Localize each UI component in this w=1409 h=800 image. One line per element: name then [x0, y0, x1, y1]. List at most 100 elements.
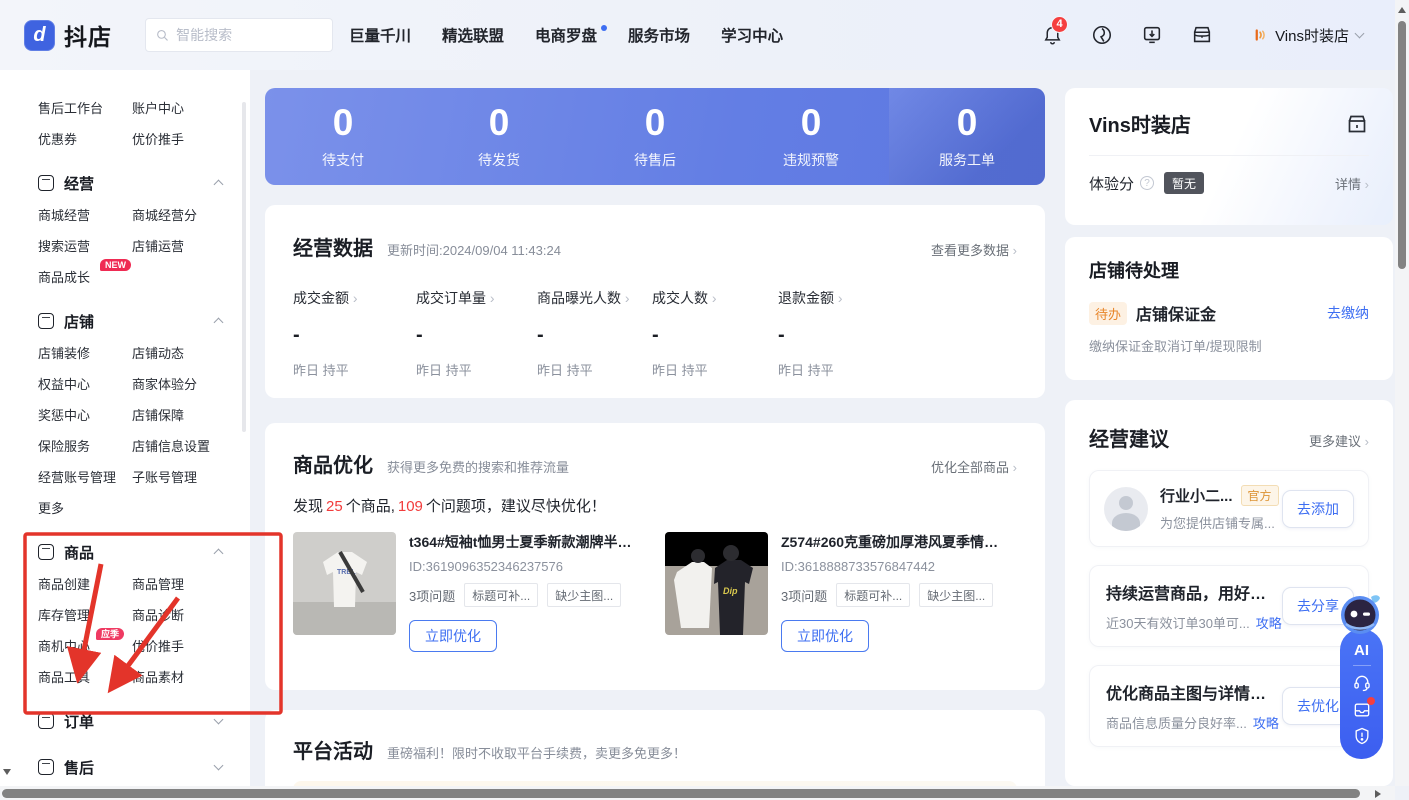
- chevron-up-icon: [214, 549, 224, 559]
- download-center-icon[interactable]: [1140, 23, 1164, 47]
- score-badge: 暂无: [1164, 172, 1204, 194]
- product-image-1[interactable]: TRBL: [293, 532, 396, 635]
- sidebar-item-merchant-score[interactable]: 商家体验分: [132, 368, 250, 399]
- sidebar-item-price-promoter[interactable]: 优价推手: [132, 123, 250, 154]
- pay-deposit-link[interactable]: 去缴纳: [1327, 303, 1369, 323]
- metric-buyers[interactable]: 成交人数 › - 昨日 持平: [652, 288, 778, 379]
- sidebar-scrollbar[interactable]: [242, 102, 246, 432]
- search-icon: [156, 28, 169, 43]
- divider: [1089, 155, 1369, 156]
- sidebar-item-inventory-manage[interactable]: 库存管理: [38, 599, 132, 630]
- app-logo[interactable]: d 抖店: [24, 18, 112, 52]
- metric-order-count[interactable]: 成交订单量 › - 昨日 持平: [416, 288, 537, 379]
- sidebar-group-operations[interactable]: 经营: [0, 167, 250, 199]
- sidebar-item-mall-operation[interactable]: 商城经营: [38, 199, 132, 230]
- sidebar-item-shop-decorate[interactable]: 店铺装修: [38, 337, 132, 368]
- storefront-outline-icon[interactable]: [1345, 112, 1369, 136]
- sidebar-item-opportunity-center[interactable]: 商机中心 应季: [38, 630, 132, 661]
- storefront-icon[interactable]: [1190, 23, 1214, 47]
- security-shield-icon[interactable]: [1352, 726, 1372, 746]
- suggestion-contact-card: 行业小二... 官方 为您提供店铺专属... 去添加: [1089, 470, 1369, 547]
- sidebar-item-product-tools[interactable]: 商品工具: [38, 661, 132, 692]
- optimize-now-button[interactable]: 立即优化: [781, 620, 869, 652]
- sidebar-item-coupons[interactable]: 优惠券: [38, 123, 132, 154]
- sidebar-item-shop-info[interactable]: 店铺信息设置: [132, 430, 250, 461]
- product-image-2[interactable]: Dip: [665, 532, 768, 635]
- sidebar-item-account-center[interactable]: 账户中心: [132, 92, 250, 123]
- platform-activity-title: 平台活动: [293, 735, 373, 764]
- sidebar-item-subaccount-manage[interactable]: 子账号管理: [132, 461, 250, 492]
- strategy-link[interactable]: 攻略: [1256, 613, 1282, 632]
- stat-violation-warning[interactable]: 0 违规预警: [733, 88, 889, 185]
- nav-jingxuan-lianmeng[interactable]: 精选联盟: [442, 24, 504, 46]
- customer-service-icon[interactable]: [1352, 673, 1372, 693]
- sidebar-group-products[interactable]: 商品: [0, 536, 250, 568]
- sidebar-item-product-material[interactable]: 商品素材: [132, 661, 250, 692]
- nav-qianchuan[interactable]: 巨量千川: [349, 24, 411, 46]
- sidebar-item-product-create[interactable]: 商品创建: [38, 568, 132, 599]
- nav-learning-center[interactable]: 学习中心: [721, 24, 783, 46]
- ai-button[interactable]: AI: [1354, 642, 1369, 659]
- season-badge: 应季: [96, 628, 124, 640]
- view-more-data-link[interactable]: 查看更多数据 ›: [931, 240, 1017, 259]
- issue-tag: 缺少主图...: [919, 583, 993, 607]
- search-input[interactable]: [176, 27, 322, 43]
- ai-assistant-mascot[interactable]: [1338, 591, 1384, 637]
- aftersale-icon: [38, 759, 54, 775]
- more-suggestions-link[interactable]: 更多建议 ›: [1309, 431, 1369, 450]
- notification-bell-icon[interactable]: 4: [1040, 23, 1064, 47]
- sidebar-item-product-diagnose[interactable]: 商品诊断: [132, 599, 250, 630]
- stat-pending-shipment[interactable]: 0 待发货: [421, 88, 577, 185]
- message-inbox-icon[interactable]: [1352, 700, 1372, 720]
- scroll-right-arrow[interactable]: [1375, 790, 1381, 798]
- scroll-up-arrow[interactable]: [1398, 7, 1406, 13]
- product-card-1: TRBL t364#短袖t恤男士夏季新款潮牌半袖... ID:361909635…: [293, 532, 645, 652]
- sidebar-item-search-operation[interactable]: 搜索运营: [38, 230, 132, 261]
- nav-service-market[interactable]: 服务市场: [628, 24, 690, 46]
- strategy-link[interactable]: 攻略: [1253, 713, 1279, 732]
- score-detail-link[interactable]: 详情 ›: [1335, 174, 1369, 193]
- sidebar-item-mall-score[interactable]: 商城经营分: [132, 199, 250, 230]
- vertical-scrollbar[interactable]: [1395, 0, 1409, 786]
- sidebar-item-product-manage[interactable]: 商品管理: [132, 568, 250, 599]
- sidebar-item-more[interactable]: 更多: [38, 492, 132, 523]
- sidebar-item-product-growth[interactable]: 商品成长 NEW: [38, 261, 132, 292]
- sidebar-item-insurance[interactable]: 保险服务: [38, 430, 132, 461]
- global-search[interactable]: [145, 18, 333, 52]
- scroll-down-arrow[interactable]: [3, 769, 11, 775]
- optimize-now-button[interactable]: 立即优化: [409, 620, 497, 652]
- add-contact-button[interactable]: 去添加: [1282, 490, 1354, 528]
- sidebar-item-account-manage[interactable]: 经营账号管理: [38, 461, 132, 492]
- sidebar-item-shop-operation[interactable]: 店铺运营: [132, 230, 250, 261]
- sidebar-group-orders[interactable]: 订单: [0, 705, 250, 737]
- horizontal-scrollbar[interactable]: [0, 786, 1395, 800]
- sidebar-group-shop[interactable]: 店铺: [0, 305, 250, 337]
- account-menu[interactable]: Vins时装店: [1250, 25, 1363, 46]
- sidebar-item-price-promoter-2[interactable]: 优价推手: [132, 630, 250, 661]
- horizontal-scroll-thumb[interactable]: [2, 789, 1360, 798]
- stat-pending-payment[interactable]: 0 待支付: [265, 88, 421, 185]
- stat-service-ticket[interactable]: 0 服务工单: [889, 88, 1045, 185]
- sidebar-item-rights-center[interactable]: 权益中心: [38, 368, 132, 399]
- sidebar-item-reward-punish[interactable]: 奖惩中心: [38, 399, 132, 430]
- pending-stats-banner: 0 待支付 0 待发货 0 待售后 0 违规预警 0 服务工单: [265, 88, 1045, 185]
- update-time: 更新时间:2024/09/04 11:43:24: [387, 240, 561, 259]
- metric-refund[interactable]: 退款金额 › - 昨日 持平: [778, 288, 843, 379]
- optimize-all-link[interactable]: 优化全部商品 ›: [931, 457, 1017, 476]
- sidebar-item-shop-news[interactable]: 店铺动态: [132, 337, 250, 368]
- suggestion-share-card: 持续运营商品，用好社交... 近30天有效订单30单可... 攻略 去分享: [1089, 565, 1369, 647]
- metric-exposure[interactable]: 商品曝光人数 › - 昨日 持平: [537, 288, 652, 379]
- sidebar-group-aftersale[interactable]: 售后: [0, 751, 250, 783]
- issue-count: 3项问题: [781, 586, 827, 605]
- sidebar-item-aftersale-workbench[interactable]: 售后工作台: [38, 92, 132, 123]
- nav-luopan[interactable]: 电商罗盘: [535, 24, 597, 46]
- primary-nav: 巨量千川 精选联盟 电商罗盘 服务市场 学习中心: [349, 24, 783, 46]
- issue-tag: 标题可补...: [464, 583, 538, 607]
- sidebar-item-shop-guarantee[interactable]: 店铺保障: [132, 399, 250, 430]
- product-card-2: Dip Z574#260克重磅加厚港风夏季情侣潮... ID:361888873…: [665, 532, 1017, 652]
- metric-gmv[interactable]: 成交金额 › - 昨日 持平: [293, 288, 416, 379]
- stat-pending-aftersale[interactable]: 0 待售后: [577, 88, 733, 185]
- vertical-scroll-thumb[interactable]: [1398, 21, 1406, 269]
- help-center-icon[interactable]: [1090, 23, 1114, 47]
- question-circle-icon[interactable]: ?: [1140, 176, 1154, 190]
